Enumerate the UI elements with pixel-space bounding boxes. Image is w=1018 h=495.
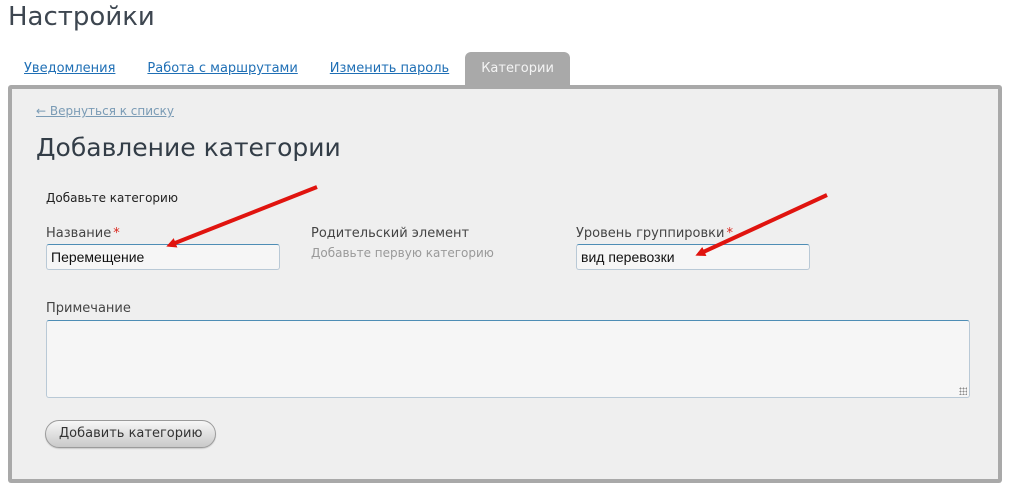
group-level-required-mark: * <box>726 226 733 241</box>
name-required-mark: * <box>113 226 120 241</box>
name-label-text: Название <box>46 226 112 241</box>
form-hint: Добавьте категорию <box>46 191 178 205</box>
categories-panel: ← Вернуться к списку Добавление категори… <box>8 85 1002 483</box>
parent-empty-hint: Добавьте первую категорию <box>311 246 494 260</box>
group-level-input[interactable]: вид перевозки <box>576 244 810 270</box>
tab-routes[interactable]: Работа с маршрутами <box>131 52 313 86</box>
settings-tabs: Уведомления Работа с маршрутами Изменить… <box>8 52 570 86</box>
tab-categories[interactable]: Категории <box>465 52 570 86</box>
page-title: Настройки <box>8 2 155 32</box>
form-title: Добавление категории <box>36 133 341 162</box>
add-category-button[interactable]: Добавить категорию <box>45 420 217 448</box>
group-level-label-text: Уровень группировки <box>576 226 725 241</box>
tab-change-password[interactable]: Изменить пароль <box>314 52 465 86</box>
name-input[interactable]: Перемещение <box>46 244 280 270</box>
group-level-label: Уровень группировки * <box>576 226 733 241</box>
tab-notifications[interactable]: Уведомления <box>8 52 131 86</box>
note-label: Примечание <box>46 301 131 316</box>
back-to-list-link[interactable]: ← Вернуться к списку <box>36 104 174 118</box>
name-label: Название * <box>46 226 120 241</box>
add-category-form: ← Вернуться к списку Добавление категори… <box>12 89 998 479</box>
note-textarea[interactable] <box>46 320 970 398</box>
resize-grip-icon[interactable] <box>959 387 967 395</box>
parent-label: Родительский элемент <box>311 226 470 241</box>
